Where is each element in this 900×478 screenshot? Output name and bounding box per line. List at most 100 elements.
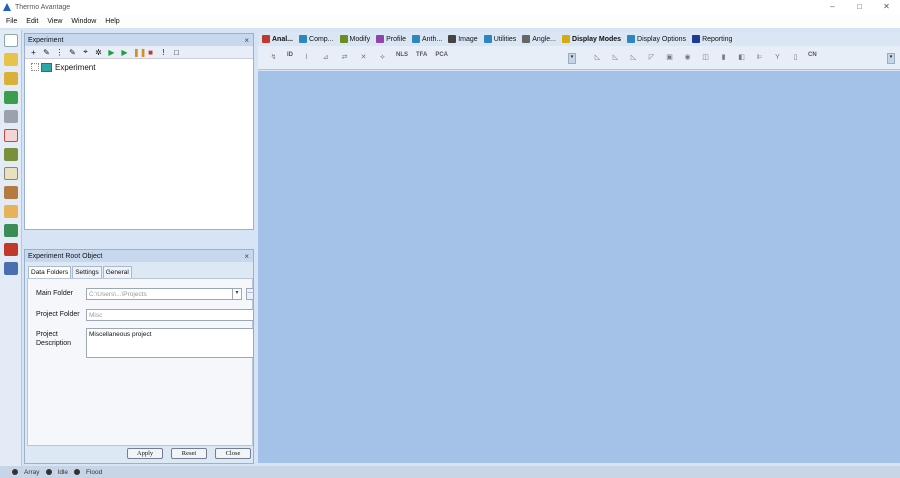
- ribbon-tab-strip: Anal... Comp... Modify Profile Anth... Image U…: [258, 32, 900, 46]
- menu-view[interactable]: View: [47, 18, 62, 25]
- main-folder-field[interactable]: C:\Users\...\Projects ▾: [86, 288, 242, 300]
- run-step-icon[interactable]: ▶: [120, 48, 129, 57]
- analysis-tool-10-icon[interactable]: PCA: [435, 52, 448, 63]
- pen-icon[interactable]: ✎: [42, 48, 51, 57]
- angle-icon: [522, 35, 531, 43]
- display-tool-12-icon[interactable]: ▯: [790, 52, 801, 63]
- tab-anth[interactable]: Anth...: [412, 35, 442, 43]
- display-tool-11-icon[interactable]: Y: [772, 52, 783, 63]
- tools-icon[interactable]: [4, 243, 18, 256]
- analysis-tool-9-icon[interactable]: TFA: [416, 52, 427, 63]
- tab-label: Reporting: [702, 35, 733, 43]
- new-document-icon[interactable]: [4, 34, 18, 47]
- tree-expander-icon[interactable]: [31, 63, 39, 71]
- periodic-table-icon[interactable]: [4, 186, 18, 199]
- pause-icon[interactable]: ❚❚: [133, 48, 146, 57]
- tab-profile[interactable]: Profile: [376, 35, 406, 43]
- display-tool-3-icon[interactable]: ◺: [628, 52, 639, 63]
- close-window-button[interactable]: ✕: [873, 0, 900, 14]
- tree-icon[interactable]: [4, 224, 18, 237]
- menu-file[interactable]: File: [6, 18, 17, 25]
- experiment-toolbar: + ✎ ⋮ ✎ ⌖ ✲ ▶ ▶ ❚❚ ■ ! □: [25, 46, 253, 59]
- grid-icon[interactable]: ⋮: [55, 48, 64, 57]
- tab-label: Image: [458, 35, 478, 43]
- display-tool-5-icon[interactable]: ▣: [664, 52, 675, 63]
- run-icon[interactable]: ▶: [107, 48, 116, 57]
- window-icon[interactable]: □: [172, 48, 181, 57]
- chevron-down-icon[interactable]: ▾: [232, 289, 241, 299]
- peak-icon[interactable]: [4, 148, 18, 161]
- menu-window[interactable]: Window: [71, 18, 96, 25]
- display-tool-6-icon[interactable]: ◉: [682, 52, 693, 63]
- display-tool-9-icon[interactable]: ◧: [736, 52, 747, 63]
- toggle-icon[interactable]: [4, 262, 18, 275]
- save-icon[interactable]: [4, 91, 18, 104]
- maximize-button[interactable]: □: [846, 0, 873, 14]
- experiment-icon: [41, 62, 52, 72]
- title-bar: Thermo Avantage – □ ✕: [0, 0, 900, 14]
- pointer-icon[interactable]: ⌖: [81, 47, 90, 57]
- grid-icon: [412, 35, 420, 43]
- apply-button[interactable]: Apply: [127, 448, 163, 459]
- element-icon[interactable]: [4, 167, 18, 180]
- alert-icon[interactable]: !: [159, 48, 168, 57]
- edit-icon[interactable]: ✎: [68, 48, 77, 57]
- array-status-icon: [12, 469, 18, 475]
- spectrum-icon[interactable]: [4, 129, 18, 142]
- reset-button[interactable]: Reset: [171, 448, 207, 459]
- project-folder-value: Misc: [89, 312, 103, 319]
- tab-image[interactable]: Image: [448, 35, 478, 43]
- display-tool-10-icon[interactable]: ⊫: [754, 52, 765, 63]
- analysis-tool-4-icon[interactable]: ⊿: [320, 52, 331, 63]
- experiment-panel-close-button[interactable]: ×: [244, 36, 249, 45]
- ribbon-scroll-left-button[interactable]: ▾: [568, 53, 576, 64]
- display-tool-4-icon[interactable]: ◸: [646, 52, 657, 63]
- tab-utilities[interactable]: Utilities: [483, 35, 516, 43]
- tab-label: Profile: [386, 35, 406, 43]
- status-idle: Idle: [57, 468, 69, 476]
- main-workspace[interactable]: [258, 71, 900, 463]
- display-tools: ◺ ◺ ◺ ◸ ▣ ◉ ◫ ▮ ◧ ⊫ Y ▯ CN: [592, 52, 817, 63]
- open-folder-icon[interactable]: [4, 53, 18, 66]
- analysis-tool-1-icon[interactable]: ↯: [268, 52, 279, 63]
- print-icon[interactable]: [4, 110, 18, 123]
- stop-icon[interactable]: ■: [146, 48, 155, 57]
- add-icon[interactable]: +: [29, 48, 38, 57]
- project-description-field[interactable]: Miscellaneous project: [86, 328, 254, 358]
- tab-angle[interactable]: Angle...: [522, 35, 556, 43]
- analysis-tool-7-icon[interactable]: ⟡: [377, 52, 388, 63]
- tab-display-modes[interactable]: Display Modes: [562, 35, 621, 43]
- status-flood: Flood: [86, 468, 103, 476]
- tab-modify[interactable]: Modify: [339, 35, 370, 43]
- close-button[interactable]: Close: [215, 448, 251, 459]
- analysis-tool-2-icon[interactable]: ID: [287, 52, 293, 63]
- analysis-tool-3-icon[interactable]: ⌇: [301, 52, 312, 63]
- tab-reporting[interactable]: Reporting: [692, 35, 732, 43]
- image-icon: [448, 35, 457, 43]
- analysis-tool-5-icon[interactable]: ⇄: [339, 52, 350, 63]
- tree-item-experiment[interactable]: Experiment: [31, 62, 253, 72]
- root-object-panel-close-button[interactable]: ×: [244, 252, 249, 261]
- open-multiple-icon[interactable]: [4, 72, 18, 85]
- analysis-tool-6-icon[interactable]: ✕: [358, 52, 369, 63]
- display-tool-7-icon[interactable]: ◫: [700, 52, 711, 63]
- menu-edit[interactable]: Edit: [26, 18, 38, 25]
- browse-button[interactable]: …: [246, 288, 254, 300]
- display-tool-13-icon[interactable]: CN: [808, 52, 817, 63]
- tab-display-options[interactable]: Display Options: [627, 35, 686, 43]
- display-tool-1-icon[interactable]: ◺: [592, 52, 603, 63]
- menu-help[interactable]: Help: [105, 18, 119, 25]
- project-folder-field[interactable]: Misc: [86, 309, 254, 321]
- ribbon-scroll-right-button[interactable]: ▾: [887, 53, 895, 64]
- minimize-button[interactable]: –: [819, 0, 846, 14]
- compare-icon: [299, 35, 308, 43]
- tree-item-label: Experiment: [55, 62, 96, 72]
- display-tool-2-icon[interactable]: ◺: [610, 52, 621, 63]
- table-icon[interactable]: [4, 205, 18, 218]
- display-tool-8-icon[interactable]: ▮: [718, 52, 729, 63]
- display-modes-icon: [562, 35, 571, 43]
- tab-comp[interactable]: Comp...: [299, 35, 334, 43]
- settings-icon[interactable]: ✲: [94, 48, 103, 57]
- analysis-tool-8-icon[interactable]: NLS: [396, 52, 408, 63]
- tab-anal[interactable]: Anal...: [262, 35, 293, 43]
